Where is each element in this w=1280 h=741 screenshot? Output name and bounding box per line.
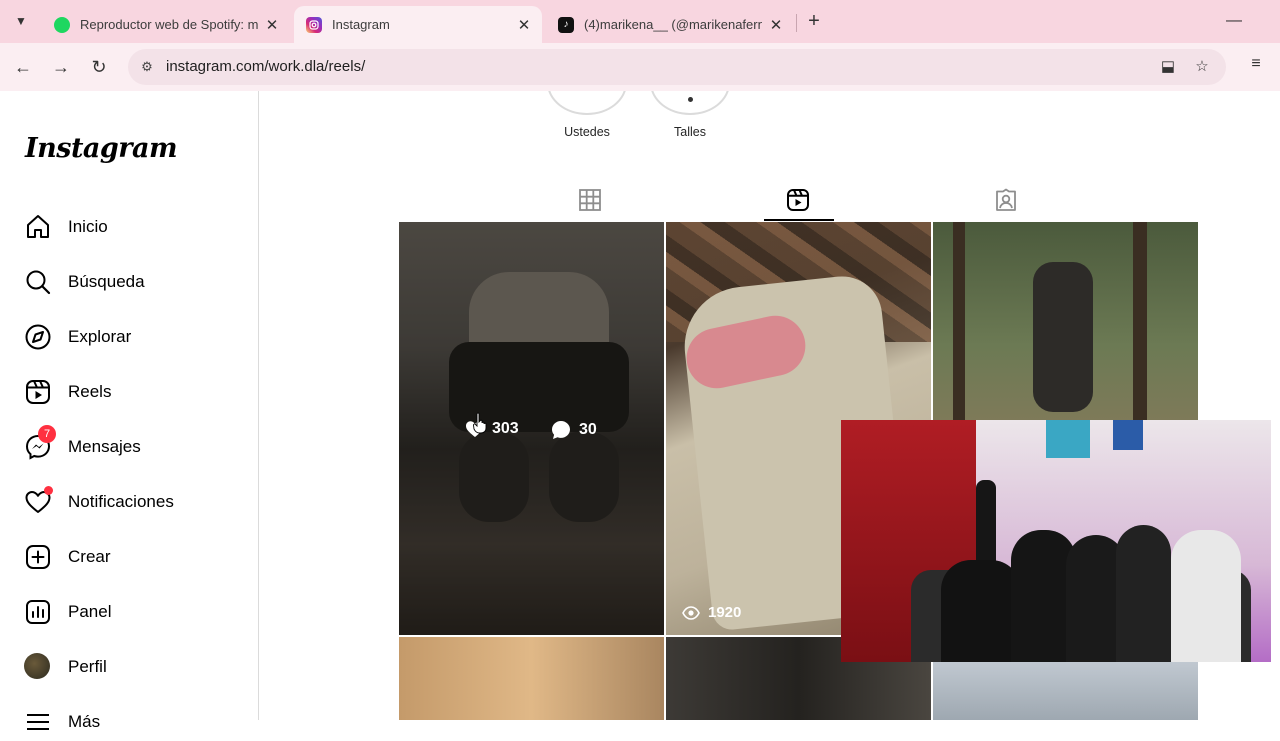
instagram-logo[interactable]: Instagram xyxy=(25,133,178,164)
avatar-icon xyxy=(24,653,52,681)
profile-tabs xyxy=(399,171,1199,223)
highlight-label: Ustedes xyxy=(564,125,610,139)
hand-cursor-icon xyxy=(473,412,487,434)
tab-title: (4)marikena__ (@marikenaferna xyxy=(584,17,762,32)
reel-thumbnail[interactable] xyxy=(399,637,664,720)
highlight-talles-circle[interactable] xyxy=(650,91,730,115)
compass-icon xyxy=(24,323,52,351)
reel-thumbnail[interactable]: 303 30 xyxy=(399,222,664,635)
nav-item-explorar[interactable]: Explorar xyxy=(24,322,131,352)
highlight-label: Talles xyxy=(674,125,706,139)
close-icon[interactable]: ✕ xyxy=(264,16,280,34)
tab-tiktok[interactable]: ♪ (4)marikena__ (@marikenaferna ✕ xyxy=(546,6,794,43)
bookmark-star-icon[interactable]: ☆ xyxy=(1192,57,1212,77)
browser-toolbar: ← → ↻ ⚙ instagram.com/work.dla/reels/ ⬓ … xyxy=(0,43,1280,91)
likes-count: 303 xyxy=(492,420,519,437)
comments-count: 30 xyxy=(579,421,597,438)
eye-icon xyxy=(682,605,700,620)
nav-item-inicio[interactable]: Inicio xyxy=(24,212,108,242)
highlight-cover-dot xyxy=(688,97,693,102)
nav-label: Más xyxy=(68,712,101,731)
reels-icon xyxy=(24,378,52,406)
nav-label: Perfil xyxy=(68,657,107,676)
reel-image-shape xyxy=(1133,222,1147,422)
home-icon xyxy=(24,213,52,241)
nav-item-notificaciones[interactable]: Notificaciones xyxy=(24,486,174,517)
camera-poster xyxy=(1046,420,1090,458)
tab-spotify[interactable]: Reproductor web de Spotify: m ✕ xyxy=(42,6,290,43)
highlight-ustedes-circle[interactable] xyxy=(547,91,627,115)
new-tab-button[interactable]: + xyxy=(804,10,824,32)
close-icon[interactable]: ✕ xyxy=(768,16,784,34)
unread-badge: 7 xyxy=(38,425,56,443)
nav-label: Panel xyxy=(68,602,112,621)
webcam-overlay xyxy=(841,420,1271,662)
tab-separator xyxy=(796,14,797,32)
tagged-icon[interactable] xyxy=(994,188,1020,214)
heart-icon xyxy=(24,486,53,516)
nav-label: Inicio xyxy=(68,217,108,236)
views-stat: 1920 xyxy=(682,604,741,621)
camera-person xyxy=(1171,530,1241,662)
nav-item-mas[interactable]: Más xyxy=(24,707,100,737)
active-tab-indicator xyxy=(764,219,834,221)
url-text: instagram.com/work.dla/reels/ xyxy=(166,58,366,75)
close-icon[interactable]: ✕ xyxy=(516,16,532,34)
camera-person xyxy=(941,560,1021,662)
chart-icon xyxy=(24,598,52,626)
minimize-button[interactable]: — xyxy=(1226,12,1242,29)
nav-label: Mensajes xyxy=(68,437,141,456)
nav-label: Notificaciones xyxy=(68,492,174,511)
reel-image-shape xyxy=(953,222,965,422)
forward-button[interactable]: → xyxy=(49,55,73,79)
search-icon xyxy=(24,268,52,296)
nav-item-reels[interactable]: Reels xyxy=(24,377,111,407)
back-button[interactable]: ← xyxy=(11,55,35,79)
nav-item-mensajes[interactable]: 7 Mensajes xyxy=(24,425,141,462)
nav-item-perfil[interactable]: Perfil xyxy=(24,652,107,682)
tab-title: Reproductor web de Spotify: m xyxy=(80,17,258,32)
camera-person xyxy=(1116,525,1171,662)
avatar xyxy=(24,653,50,679)
instagram-sidebar: Instagram Inicio Búsqueda Explorar Reels… xyxy=(0,91,259,731)
nav-label: Crear xyxy=(68,547,111,566)
address-bar[interactable]: ⚙ instagram.com/work.dla/reels/ ⬓ ☆ xyxy=(128,49,1226,85)
tab-search-dropdown[interactable]: ▼ xyxy=(8,8,34,34)
views-count: 1920 xyxy=(708,604,742,621)
nav-item-crear[interactable]: Crear xyxy=(24,542,111,572)
camera-poster xyxy=(1113,420,1143,450)
nav-item-panel[interactable]: Panel xyxy=(24,597,111,627)
plus-square-icon xyxy=(24,543,52,571)
site-info-icon[interactable]: ⚙ xyxy=(138,58,156,76)
reels-tab-icon[interactable] xyxy=(786,188,812,214)
tab-title: Instagram xyxy=(332,17,390,32)
hover-overlay xyxy=(399,222,664,635)
grid-icon[interactable] xyxy=(578,188,604,214)
tab-instagram[interactable]: Instagram ✕ xyxy=(294,6,542,43)
spotify-icon xyxy=(54,16,70,33)
comments-stat: 30 xyxy=(551,420,597,440)
nav-label: Explorar xyxy=(68,327,132,346)
browser-tab-bar: ▼ Reproductor web de Spotify: m ✕ Instag… xyxy=(0,0,1280,43)
reel-image-shape xyxy=(1033,262,1093,412)
notification-dot xyxy=(44,486,53,495)
nav-label: Reels xyxy=(68,382,112,401)
messenger-icon: 7 xyxy=(24,425,56,461)
nav-label: Búsqueda xyxy=(68,272,145,291)
media-controls-icon[interactable]: ≡ xyxy=(1246,55,1266,79)
install-app-icon[interactable]: ⬓ xyxy=(1158,57,1178,77)
reload-button[interactable]: ↻ xyxy=(87,55,111,79)
comment-filled-icon xyxy=(552,421,570,439)
tiktok-icon: ♪ xyxy=(558,16,574,33)
menu-icon xyxy=(24,708,52,736)
nav-item-busqueda[interactable]: Búsqueda xyxy=(24,267,145,297)
instagram-icon xyxy=(306,16,322,33)
